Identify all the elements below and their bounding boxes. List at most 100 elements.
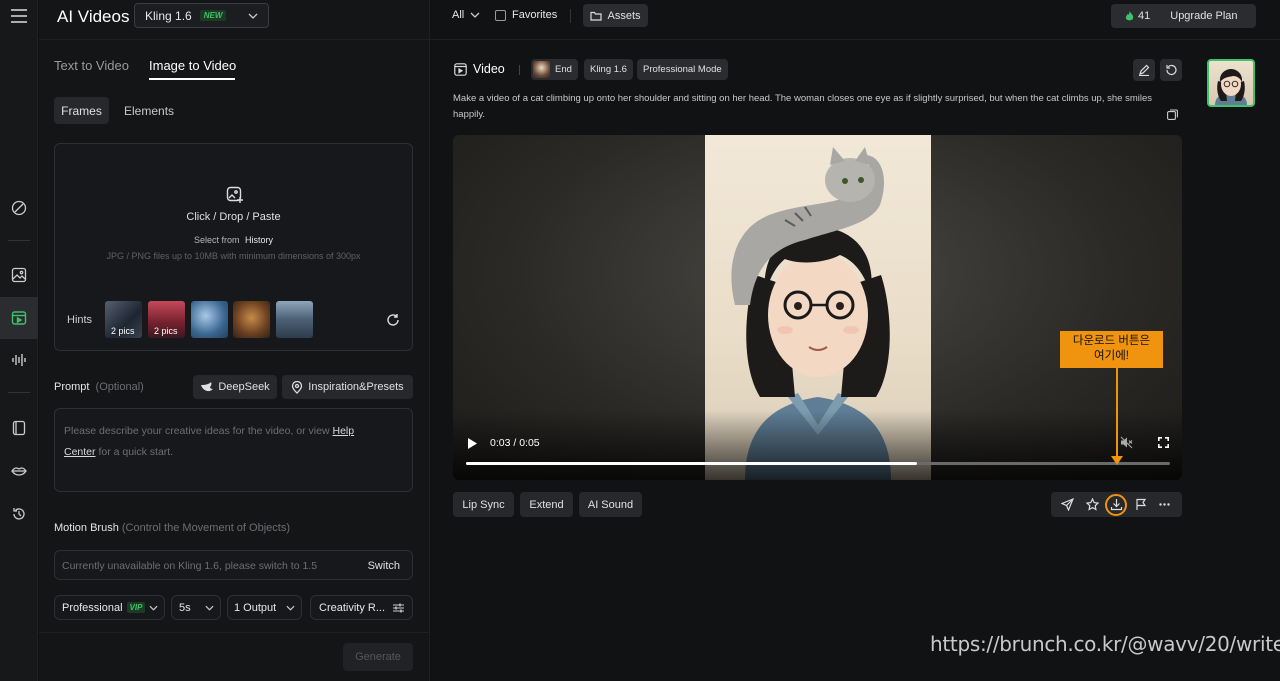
outputs-value: 1 Output — [234, 601, 277, 614]
mute-icon[interactable] — [1120, 436, 1133, 449]
video-icon[interactable] — [8, 307, 30, 329]
presets-label: Inspiration&Presets — [308, 381, 404, 393]
filter-all-value: All — [452, 9, 465, 21]
duration-value: 5s — [179, 601, 191, 614]
tab-elements[interactable]: Elements — [124, 104, 174, 118]
watermark-url: https://brunch.co.kr/@wavv/20/write — [930, 632, 1280, 656]
prompt-textarea[interactable]: Please describe your creative ideas for … — [54, 408, 413, 492]
upgrade-plan[interactable]: Upgrade Plan — [1170, 10, 1237, 22]
creativity-value: Creativity R... — [319, 601, 386, 614]
annotation-arrow-line — [1116, 368, 1118, 460]
main-area: All Favorites Assets 41 Upgrade Plan Vid… — [430, 0, 1280, 681]
lips-icon[interactable] — [8, 460, 30, 482]
tab-text-to-video[interactable]: Text to Video — [54, 58, 129, 73]
magic-wand-icon[interactable] — [8, 197, 30, 219]
mode-value: Professional — [62, 601, 123, 614]
deepseek-button[interactable]: DeepSeek — [193, 375, 277, 399]
hint-thumb-4[interactable] — [233, 301, 270, 338]
end-label: End — [555, 64, 572, 75]
annotation-highlight-circle — [1105, 494, 1127, 516]
help-link-part: Help — [332, 425, 355, 437]
hint-thumb-1[interactable]: 2 pics — [105, 301, 142, 338]
credits-count: 41 — [1138, 10, 1151, 22]
menu-icon[interactable] — [8, 5, 30, 27]
star-icon[interactable] — [1086, 498, 1099, 511]
model-tag: Kling 1.6 — [584, 59, 633, 80]
switch-button[interactable]: Switch — [368, 560, 400, 572]
inspiration-presets-button[interactable]: Inspiration&Presets — [282, 375, 413, 399]
copy-icon[interactable] — [1167, 109, 1178, 120]
image-icon[interactable] — [8, 264, 30, 286]
prompt-placeholder-b: for a quick start. — [98, 446, 174, 458]
regenerate-button[interactable] — [1160, 59, 1182, 81]
annotation-arrow-head — [1111, 456, 1123, 465]
extend-button[interactable]: Extend — [520, 492, 573, 517]
motion-brush-box: Currently unavailable on Kling 1.6, plea… — [54, 550, 413, 580]
video-time: 0:03 / 0:05 — [490, 437, 540, 449]
duration-select[interactable]: 5s — [171, 595, 221, 620]
pencil-icon — [1139, 64, 1150, 76]
page-title: AI Videos — [57, 7, 130, 26]
thumb-count: 2 pics — [111, 326, 135, 336]
lip-sync-button[interactable]: Lip Sync — [453, 492, 514, 517]
video-label: Video — [473, 62, 505, 76]
help-center-link[interactable]: Help — [332, 425, 354, 437]
credits-upgrade[interactable]: 41 Upgrade Plan — [1111, 4, 1256, 28]
select-from-text: Select from — [193, 235, 240, 245]
book-icon[interactable] — [8, 417, 30, 439]
history-icon[interactable] — [8, 503, 30, 525]
ai-sound-button[interactable]: AI Sound — [579, 492, 642, 517]
generate-button[interactable]: Generate — [343, 643, 413, 671]
creation-panel: AI Videos Kling 1.6 NEW Text to Video Im… — [39, 0, 429, 681]
assets-label: Assets — [607, 9, 641, 22]
chevron-down-icon — [205, 605, 214, 611]
model-select[interactable]: Kling 1.6 NEW — [134, 3, 269, 28]
play-icon[interactable] — [468, 438, 477, 449]
motion-brush-label: Motion Brush — [54, 522, 119, 534]
mode-tag: Professional Mode — [637, 59, 728, 80]
refresh-icon[interactable] — [386, 313, 400, 327]
mode-select[interactable]: Professional VIP — [54, 595, 165, 620]
motion-brush-sub: (Control the Movement of Objects) — [121, 522, 290, 534]
undo-icon — [1166, 64, 1177, 76]
flag-icon[interactable] — [1135, 498, 1147, 511]
hints-label: Hints — [67, 314, 93, 326]
favorites-label: Favorites — [512, 9, 558, 21]
annotation-box: 다운로드 버튼은 여기에! — [1060, 331, 1163, 368]
hint-thumb-3[interactable] — [191, 301, 228, 338]
folder-icon — [590, 11, 603, 21]
vip-badge: VIP — [126, 602, 146, 613]
creativity-select[interactable]: Creativity R... — [310, 595, 413, 620]
edit-button[interactable] — [1133, 59, 1155, 81]
top-bar: All Favorites Assets 41 Upgrade Plan — [430, 0, 1280, 40]
checkbox-box — [495, 9, 506, 21]
history-thumbnail[interactable] — [1207, 59, 1255, 107]
annotation-line-1: 다운로드 버튼은 — [1072, 335, 1151, 347]
tab-frames[interactable]: Frames — [54, 97, 109, 124]
tab-image-to-video[interactable]: Image to Video — [149, 58, 236, 73]
sliders-icon — [393, 603, 404, 612]
outputs-select[interactable]: 1 Output — [227, 595, 302, 620]
deepseek-label: DeepSeek — [218, 381, 270, 393]
hint-thumb-2[interactable]: 2 pics — [148, 301, 185, 338]
video-progress-track[interactable] — [466, 462, 1170, 465]
history-link[interactable]: History — [245, 235, 273, 245]
send-icon[interactable] — [1061, 498, 1074, 511]
upload-hint: JPG / PNG files up to 10MB with minimum … — [106, 251, 361, 261]
prompt-placeholder-a: Please describe your creative ideas for … — [64, 425, 330, 437]
new-badge: NEW — [199, 10, 227, 21]
end-frame-thumb — [533, 61, 550, 78]
help-center-link-2[interactable]: Center — [64, 446, 96, 458]
more-icon[interactable] — [1159, 503, 1170, 506]
fullscreen-icon[interactable] — [1158, 437, 1169, 448]
prompt-optional: (Optional) — [95, 381, 144, 393]
add-image-icon — [226, 186, 243, 203]
hint-thumb-5[interactable] — [276, 301, 313, 338]
filter-all-select[interactable]: All — [452, 9, 480, 21]
annotation-line-2: 여기에! — [1094, 350, 1129, 362]
audio-wave-icon[interactable] — [8, 349, 30, 371]
assets-button[interactable]: Assets — [583, 4, 648, 27]
video-player[interactable]: 0:03 / 0:05 — [453, 135, 1182, 480]
video-progress-fill — [466, 462, 917, 465]
favorites-checkbox[interactable]: Favorites — [495, 9, 557, 21]
